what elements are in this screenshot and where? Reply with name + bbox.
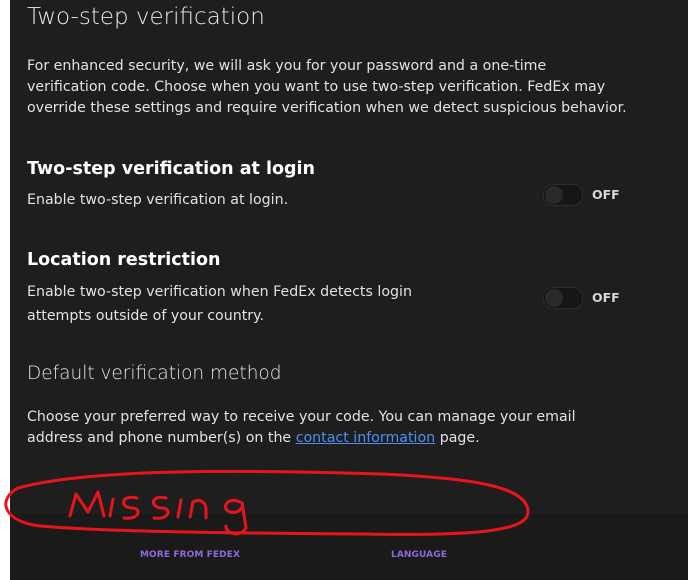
settings-panel: Two-step verification For enhanced secur…	[10, 0, 688, 514]
site-footer: MORE FROM FEDEX LANGUAGE	[10, 514, 688, 580]
intro-text: For enhanced security, we will ask you f…	[27, 58, 627, 116]
location-toggle-state: OFF	[592, 290, 620, 305]
default-method-text-after-link: page.	[435, 430, 480, 446]
language-link[interactable]: LANGUAGE	[391, 550, 447, 560]
login-toggle-state: OFF	[592, 187, 620, 202]
page-title: Two-step verification	[27, 4, 265, 30]
location-setting-title: Location restriction	[27, 250, 221, 270]
more-from-fedex-link[interactable]: MORE FROM FEDEX	[140, 550, 240, 560]
location-setting-description-line1: Enable two-step verification when FedEx …	[27, 284, 412, 300]
default-method-text-before-link: address and phone number(s) on the	[27, 430, 296, 446]
location-setting-description-line2: attempts outside of your country.	[27, 308, 264, 324]
default-method-title: Default verification method	[27, 363, 282, 384]
default-method-text-line2: address and phone number(s) on the conta…	[27, 428, 480, 449]
location-restriction-toggle[interactable]	[543, 287, 583, 309]
default-method-text-line1: Choose your preferred way to receive you…	[27, 409, 576, 425]
login-2fa-toggle[interactable]	[543, 184, 583, 206]
contact-information-link[interactable]: contact information	[296, 430, 436, 446]
toggle-knob	[545, 289, 563, 307]
login-setting-description: Enable two-step verification at login.	[27, 192, 289, 208]
login-setting-title: Two-step verification at login	[27, 159, 316, 179]
toggle-knob	[545, 186, 563, 204]
